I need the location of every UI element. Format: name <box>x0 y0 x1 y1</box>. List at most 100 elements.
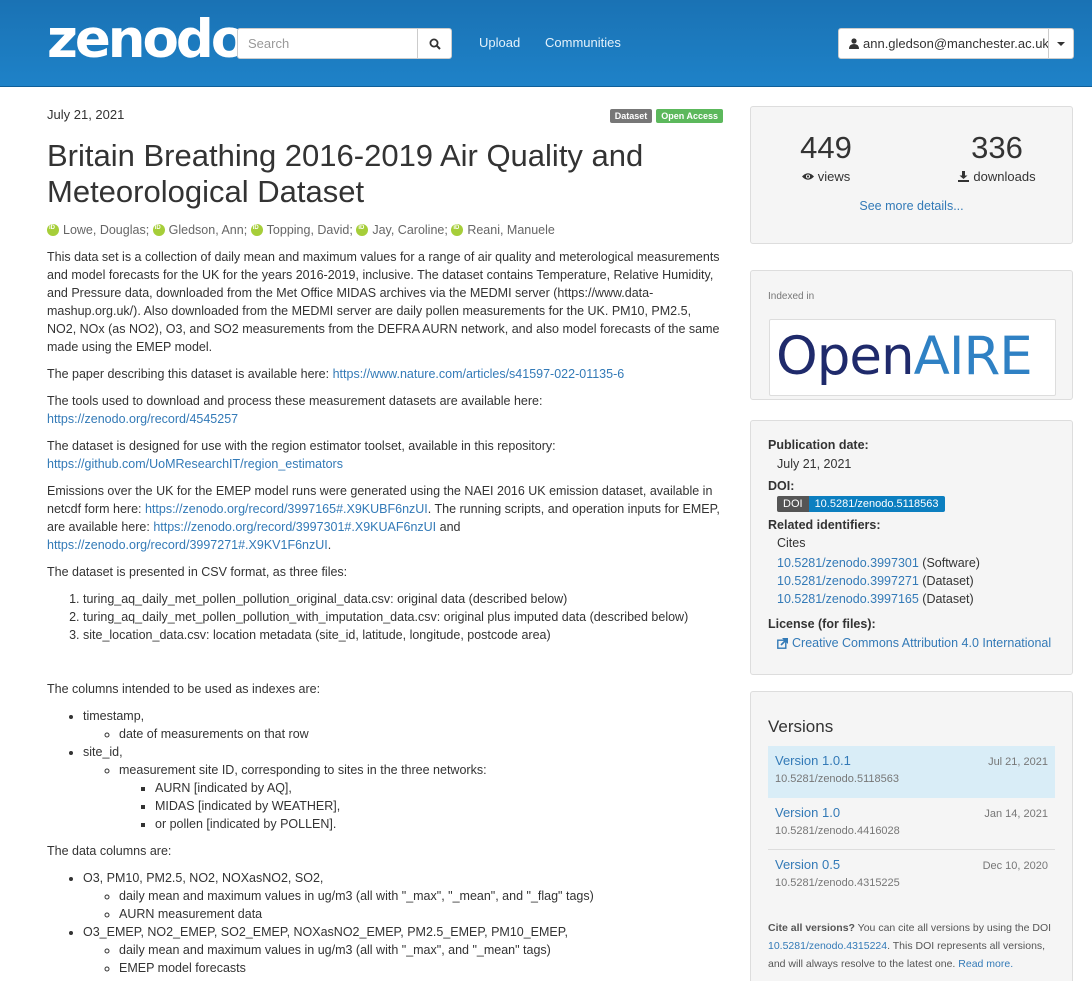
zenodo-logo[interactable]: zenodo <box>47 12 247 68</box>
scripts-link[interactable]: https://zenodo.org/record/3997301#.X9KUA… <box>153 520 436 534</box>
inputs-link[interactable]: https://zenodo.org/record/3997271#.X9KV1… <box>47 538 328 552</box>
doi-badge[interactable]: DOI 10.5281/zenodo.5118563 <box>777 496 945 512</box>
user-icon <box>849 38 859 49</box>
description-paragraph: This data set is a collection of daily m… <box>47 250 720 354</box>
license-label: License (for files): <box>768 617 876 631</box>
author[interactable]: Reani, Manuele <box>467 223 555 237</box>
indexed-panel: Indexed in OpenAIRE <box>750 270 1073 400</box>
version-name[interactable]: Version 1.0 <box>775 805 840 820</box>
description-paragraph: The columns intended to be used as index… <box>47 682 321 696</box>
list-item: 10.5281/zenodo.3997301 (Software) <box>777 556 980 570</box>
nav-communities[interactable]: Communities <box>545 35 621 50</box>
version-row[interactable]: Version 0.5 10.5281/zenodo.4315225 Dec 1… <box>768 850 1055 902</box>
concept-doi-link[interactable]: 10.5281/zenodo.4315224 <box>768 940 887 952</box>
record-title: Britain Breathing 2016-2019 Air Quality … <box>47 138 644 209</box>
list-item: turing_aq_daily_met_pollen_pollution_wit… <box>83 608 723 626</box>
cite-all-versions-note: Cite all versions? You can cite all vers… <box>768 922 1052 970</box>
description-paragraph: The dataset is designed for use with the… <box>47 439 556 471</box>
views-label: views <box>817 169 851 184</box>
author-list: Lowe, Douglas; Gledson, Ann; Topping, Da… <box>47 223 555 237</box>
openaire-logo[interactable]: OpenAIRE <box>769 319 1056 396</box>
list-item: daily mean and maximum values in ug/m3 (… <box>119 941 723 959</box>
see-more-details-link[interactable]: See more details... <box>751 199 1072 213</box>
nav-upload[interactable]: Upload <box>479 35 520 50</box>
caret-down-icon <box>1057 41 1065 46</box>
description-paragraph: The tools used to download and process t… <box>47 394 543 426</box>
search-form <box>237 28 452 59</box>
repository-link[interactable]: https://github.com/UoMResearchIT/region_… <box>47 457 343 471</box>
search-button[interactable] <box>417 28 452 59</box>
paper-link[interactable]: https://www.nature.com/articles/s41597-0… <box>333 367 625 381</box>
description-paragraph: The data columns are: <box>47 844 172 858</box>
description-paragraph: Emissions over the UK for the EMEP model… <box>47 484 720 552</box>
doi-label: DOI: <box>768 479 795 493</box>
list-item: O3_EMEP, NO2_EMEP, SO2_EMEP, NOXasNO2_EM… <box>83 923 723 977</box>
top-navbar: zenodo Upload Communities ann.gledson@ma… <box>0 0 1092 87</box>
list-item: site_id, measurement site ID, correspond… <box>83 743 723 833</box>
related-id-link[interactable]: 10.5281/zenodo.3997165 <box>777 592 919 606</box>
emissions-link[interactable]: https://zenodo.org/record/3997165#.X9KUB… <box>145 502 428 516</box>
list-item: timestamp, date of measurements on that … <box>83 707 723 743</box>
list-item: or pollen [indicated by POLLEN]. <box>155 815 723 833</box>
version-row[interactable]: Version 1.0.1 10.5281/zenodo.5118563 Jul… <box>768 746 1055 798</box>
list-item: turing_aq_daily_met_pollen_pollution_ori… <box>83 590 723 608</box>
license-link[interactable]: Creative Commons Attribution 4.0 Interna… <box>777 636 1051 650</box>
record-description: This data set is a collection of daily m… <box>47 248 723 977</box>
orcid-icon[interactable] <box>451 224 464 236</box>
version-doi: 10.5281/zenodo.4416028 <box>775 825 900 837</box>
list-item: measurement site ID, corresponding to si… <box>119 761 723 833</box>
file-list: turing_aq_daily_met_pollen_pollution_ori… <box>47 590 723 644</box>
author[interactable]: Gledson, Ann; <box>169 223 248 237</box>
list-item: 10.5281/zenodo.3997165 (Dataset) <box>777 592 974 606</box>
version-doi: 10.5281/zenodo.5118563 <box>775 773 899 785</box>
external-link-icon <box>777 637 788 649</box>
list-item: AURN measurement data <box>119 905 723 923</box>
version-doi: 10.5281/zenodo.4315225 <box>775 877 900 889</box>
publication-date-value: July 21, 2021 <box>777 457 852 471</box>
orcid-icon[interactable] <box>356 224 369 236</box>
related-id-link[interactable]: 10.5281/zenodo.3997301 <box>777 556 919 570</box>
orcid-icon[interactable] <box>47 224 59 236</box>
orcid-icon[interactable] <box>250 224 263 236</box>
open-access-badge: Open Access <box>656 109 723 123</box>
record-badges: Dataset Open Access <box>609 109 723 123</box>
search-input[interactable] <box>237 28 418 59</box>
related-identifiers-list: 10.5281/zenodo.3997301 (Software) 10.528… <box>777 554 980 608</box>
author[interactable]: Jay, Caroline; <box>372 223 448 237</box>
user-menu-button[interactable]: ann.gledson@manchester.ac.uk <box>838 28 1074 59</box>
downloads-stat: 336 downloads <box>932 131 1062 184</box>
list-item: 10.5281/zenodo.3997271 (Dataset) <box>777 574 974 588</box>
version-date: Dec 10, 2020 <box>982 860 1048 872</box>
user-menu-caret[interactable] <box>1048 29 1073 58</box>
dataset-badge: Dataset <box>609 109 653 123</box>
publication-date-label: Publication date: <box>768 438 869 452</box>
version-name[interactable]: Version 0.5 <box>775 857 840 872</box>
views-count: 449 <box>800 130 852 165</box>
read-more-link[interactable]: Read more. <box>958 958 1013 970</box>
version-name[interactable]: Version 1.0.1 <box>775 753 851 768</box>
record-info-panel: Publication date: July 21, 2021 DOI: DOI… <box>750 420 1073 675</box>
list-item: date of measurements on that row <box>119 725 723 743</box>
eye-icon <box>801 173 814 180</box>
tools-link[interactable]: https://zenodo.org/record/4545257 <box>47 412 238 426</box>
related-identifiers-label: Related identifiers: <box>768 518 881 532</box>
index-columns-list: timestamp, date of measurements on that … <box>47 707 723 833</box>
list-item: AURN [indicated by AQ], <box>155 779 723 797</box>
author[interactable]: Topping, David; <box>267 223 353 237</box>
version-row[interactable]: Version 1.0 10.5281/zenodo.4416028 Jan 1… <box>768 798 1055 850</box>
author[interactable]: Lowe, Douglas; <box>63 223 149 237</box>
indexed-in-label: Indexed in <box>768 291 815 302</box>
search-icon <box>429 38 441 50</box>
description-paragraph: The dataset is presented in CSV format, … <box>47 565 348 579</box>
data-columns-list: O3, PM10, PM2.5, NO2, NOXasNO2, SO2, dai… <box>47 869 723 977</box>
record-date: July 21, 2021 <box>47 107 125 122</box>
cites-label: Cites <box>777 536 806 550</box>
related-id-link[interactable]: 10.5281/zenodo.3997271 <box>777 574 919 588</box>
download-icon <box>958 171 970 182</box>
stats-panel: 449 views 336 downloads See more details… <box>750 106 1073 244</box>
list-item: O3, PM10, PM2.5, NO2, NOXasNO2, SO2, dai… <box>83 869 723 923</box>
orcid-icon[interactable] <box>152 224 165 236</box>
description-paragraph: The paper describing this dataset is ava… <box>47 367 625 381</box>
version-date: Jul 21, 2021 <box>988 756 1048 768</box>
list-item: site_location_data.csv: location metadat… <box>83 626 723 644</box>
